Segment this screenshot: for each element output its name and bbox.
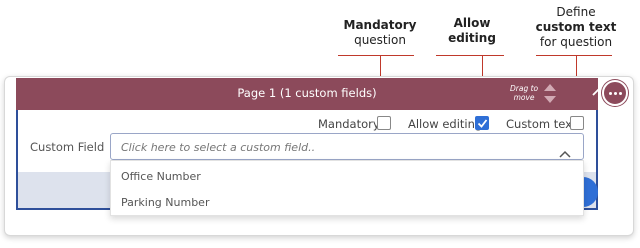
checkmark-icon <box>477 119 488 128</box>
mandatory-checkbox[interactable] <box>377 116 391 130</box>
allow-editing-label: Allow editing <box>408 117 483 131</box>
more-horizontal-icon <box>609 92 612 95</box>
callout-custom-text: Define custom text for question <box>534 5 618 50</box>
callout-custom-text-caption: for question <box>539 35 613 49</box>
callout-allow-editing-title: Allow <box>453 16 491 30</box>
drag-hint-line2: move <box>513 93 535 102</box>
callout-allow-editing-subtitle: editing <box>448 31 496 45</box>
allow-editing-checkbox[interactable] <box>475 116 489 130</box>
drag-handle-icon[interactable] <box>542 82 556 106</box>
callout-custom-text-subtitle: custom text <box>535 20 617 34</box>
callout-mandatory-underline <box>338 55 414 56</box>
callout-mandatory: Mandatory question <box>338 18 422 48</box>
drag-hint: Drag to move <box>510 84 538 102</box>
dropdown-option[interactable]: Office Number <box>121 170 201 183</box>
custom-text-label: Custom text <box>506 117 577 131</box>
callout-mandatory-subtitle: question <box>354 33 406 47</box>
callout-mandatory-title: Mandatory <box>343 18 417 32</box>
custom-field-placeholder: Click here to select a custom field.. <box>121 141 316 154</box>
chevron-up-icon[interactable] <box>592 88 604 98</box>
dropdown-option[interactable]: Parking Number <box>121 196 209 209</box>
callout-allow-editing: Allow editing <box>440 16 504 46</box>
callout-custom-text-title: Define <box>556 5 596 19</box>
drag-hint-line1: Drag to <box>510 84 539 93</box>
custom-field-label: Custom Field <box>30 140 105 154</box>
custom-text-checkbox[interactable] <box>570 116 584 130</box>
custom-field-select[interactable]: Click here to select a custom field.. <box>110 133 584 160</box>
callout-custom-text-underline <box>536 55 612 56</box>
mandatory-label: Mandatory <box>318 117 380 131</box>
callout-allow-editing-underline <box>436 55 504 56</box>
page-header[interactable]: Page 1 (1 custom fields) Drag to move <box>16 78 604 110</box>
more-options-button[interactable] <box>602 80 628 106</box>
custom-field-dropdown: Office Number Parking Number <box>110 160 584 216</box>
